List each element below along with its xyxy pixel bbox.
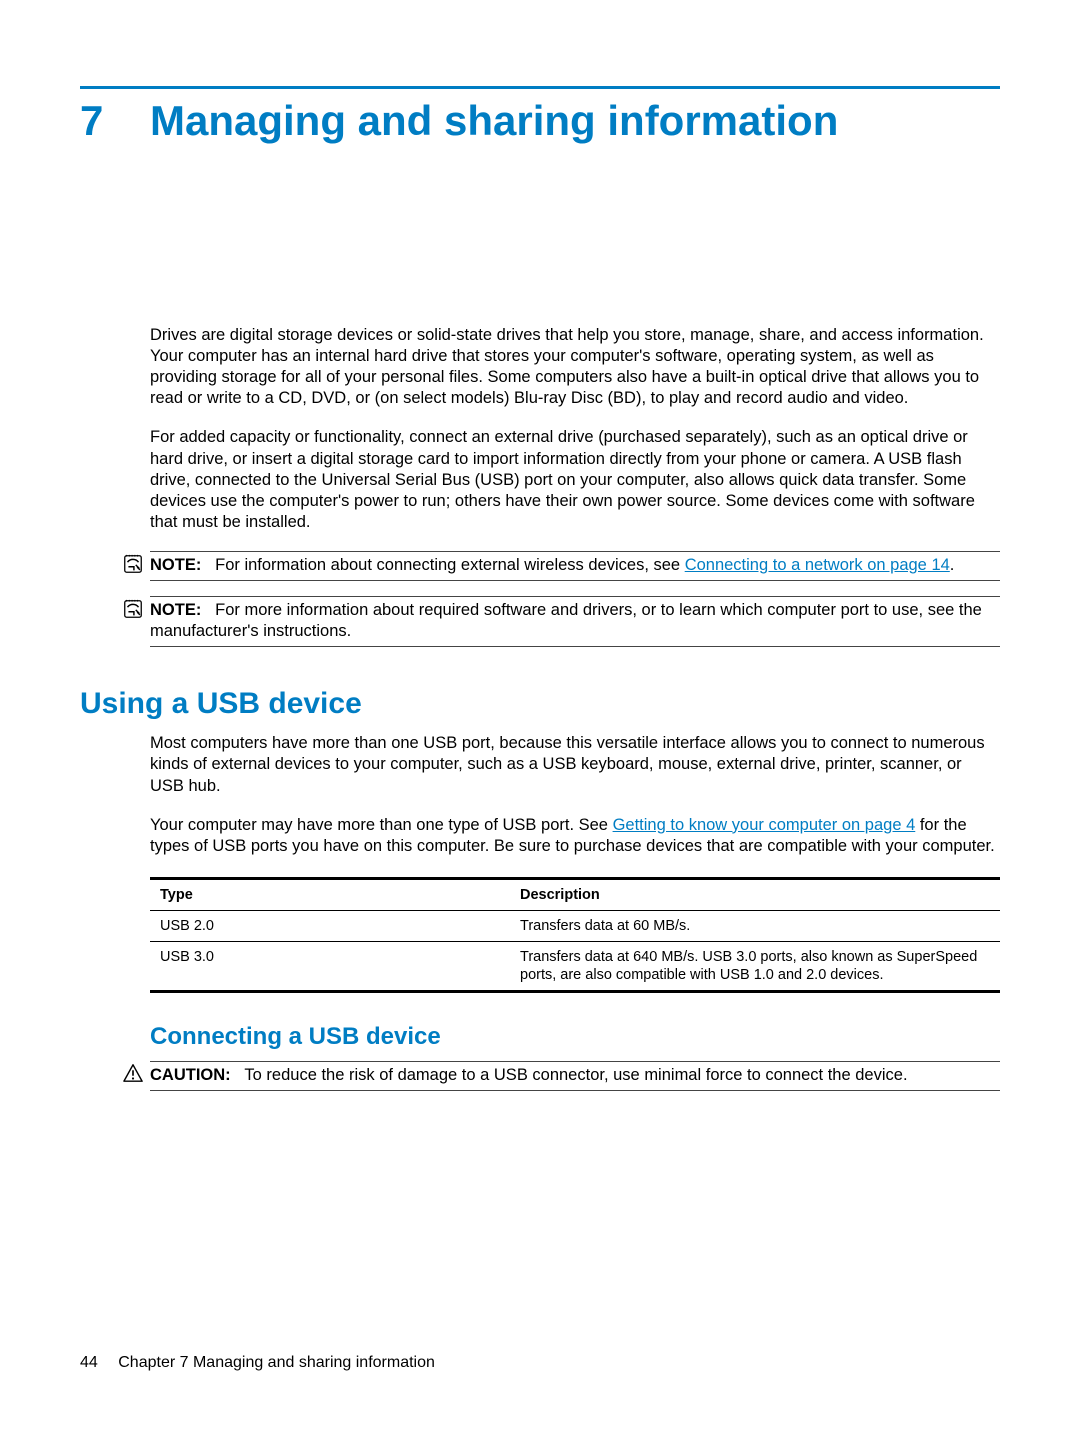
caution-text: CAUTION: To reduce the risk of damage to…	[150, 1061, 1000, 1091]
usb-paragraph-2: Your computer may have more than one typ…	[150, 815, 1000, 857]
chapter-intro: Drives are digital storage devices or so…	[150, 325, 1000, 533]
note-text-2: NOTE: For more information about require…	[150, 596, 1000, 647]
usb-p2-pre: Your computer may have more than one typ…	[150, 816, 613, 834]
caution-icon	[122, 1061, 150, 1083]
table-row: USB 2.0 Transfers data at 60 MB/s.	[150, 911, 1000, 941]
table-row: USB 3.0 Transfers data at 640 MB/s. USB …	[150, 942, 1000, 990]
page-footer: 44 Chapter 7 Managing and sharing inform…	[80, 1354, 435, 1372]
table-head-desc: Description	[520, 886, 1000, 904]
usb-paragraph-1: Most computers have more than one USB po…	[150, 733, 1000, 796]
table-cell-type: USB 2.0	[160, 917, 520, 935]
table-rule-bottom	[150, 990, 1000, 993]
note1-post: .	[950, 556, 955, 574]
note-block-2: NOTE: For more information about require…	[122, 596, 1000, 647]
table-cell-desc: Transfers data at 60 MB/s.	[520, 917, 1000, 935]
footer-chapter-label: Chapter 7 Managing and sharing informati…	[118, 1354, 435, 1371]
usb-body: Most computers have more than one USB po…	[150, 733, 1000, 857]
link-connecting-network[interactable]: Connecting to a network on page 14	[685, 556, 950, 574]
note-label: NOTE:	[150, 556, 201, 574]
table-header-row: Type Description	[150, 880, 1000, 910]
chapter-heading: 7 Managing and sharing information	[80, 97, 1000, 145]
link-getting-to-know[interactable]: Getting to know your computer on page 4	[613, 816, 916, 834]
document-page: 7 Managing and sharing information Drive…	[0, 0, 1080, 1091]
chapter-number: 7	[80, 97, 150, 145]
note-icon	[122, 596, 150, 620]
page-number: 44	[80, 1354, 98, 1372]
note-text-1: NOTE: For information about connecting e…	[150, 551, 1000, 581]
intro-paragraph-1: Drives are digital storage devices or so…	[150, 325, 1000, 409]
note-block-1: NOTE: For information about connecting e…	[122, 551, 1000, 581]
subsection-heading-connect: Connecting a USB device	[150, 1023, 1000, 1051]
caution-label: CAUTION:	[150, 1066, 231, 1084]
chapter-rule	[80, 86, 1000, 89]
note1-pre: For information about connecting externa…	[215, 556, 685, 574]
table-cell-type: USB 3.0	[160, 948, 520, 984]
note-icon	[122, 551, 150, 575]
caution-body: To reduce the risk of damage to a USB co…	[244, 1066, 907, 1084]
intro-paragraph-2: For added capacity or functionality, con…	[150, 427, 1000, 533]
usb-table: Type Description USB 2.0 Transfers data …	[150, 877, 1000, 994]
table-cell-desc: Transfers data at 640 MB/s. USB 3.0 port…	[520, 948, 1000, 984]
chapter-title: Managing and sharing information	[150, 97, 838, 145]
section-heading-usb: Using a USB device	[80, 687, 1000, 721]
note2-text: For more information about required soft…	[150, 601, 982, 640]
table-head-type: Type	[160, 886, 520, 904]
note-label: NOTE:	[150, 601, 201, 619]
caution-block: CAUTION: To reduce the risk of damage to…	[122, 1061, 1000, 1091]
